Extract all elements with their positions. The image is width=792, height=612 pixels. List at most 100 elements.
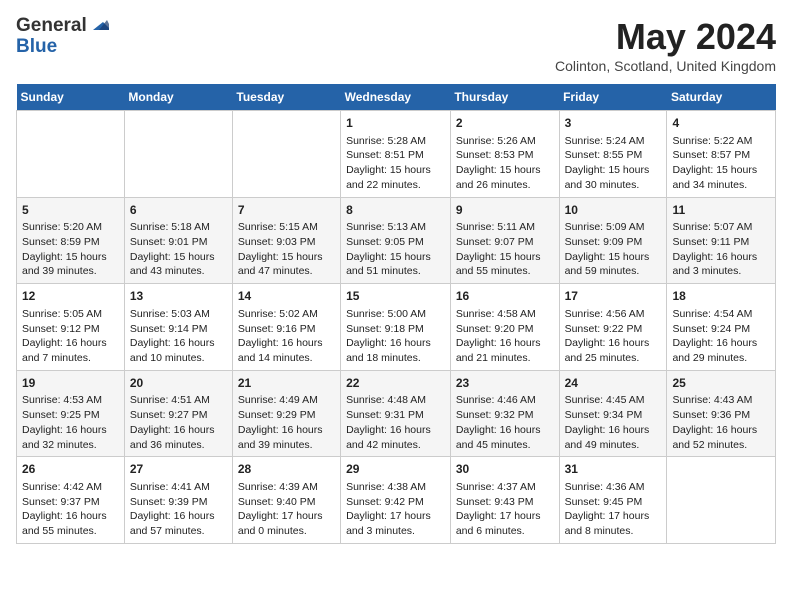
day-number: 26: [22, 461, 119, 478]
day-info: Sunrise: 4:42 AM Sunset: 9:37 PM Dayligh…: [22, 480, 119, 539]
location: Colinton, Scotland, United Kingdom: [555, 58, 776, 74]
day-number: 13: [130, 288, 227, 305]
calendar-header-row: SundayMondayTuesdayWednesdayThursdayFrid…: [17, 84, 776, 111]
calendar-week-row: 5Sunrise: 5:20 AM Sunset: 8:59 PM Daylig…: [17, 197, 776, 284]
day-info: Sunrise: 5:24 AM Sunset: 8:55 PM Dayligh…: [565, 134, 662, 193]
day-number: 19: [22, 375, 119, 392]
day-info: Sunrise: 4:56 AM Sunset: 9:22 PM Dayligh…: [565, 307, 662, 366]
day-of-week-header: Sunday: [17, 84, 125, 111]
day-of-week-header: Saturday: [667, 84, 776, 111]
day-number: 10: [565, 202, 662, 219]
day-info: Sunrise: 5:13 AM Sunset: 9:05 PM Dayligh…: [346, 220, 445, 279]
calendar-day-cell: 14Sunrise: 5:02 AM Sunset: 9:16 PM Dayli…: [232, 284, 340, 371]
calendar-day-cell: 25Sunrise: 4:43 AM Sunset: 9:36 PM Dayli…: [667, 370, 776, 457]
day-info: Sunrise: 4:58 AM Sunset: 9:20 PM Dayligh…: [456, 307, 554, 366]
day-info: Sunrise: 4:36 AM Sunset: 9:45 PM Dayligh…: [565, 480, 662, 539]
calendar-day-cell: 5Sunrise: 5:20 AM Sunset: 8:59 PM Daylig…: [17, 197, 125, 284]
day-info: Sunrise: 4:45 AM Sunset: 9:34 PM Dayligh…: [565, 393, 662, 452]
day-info: Sunrise: 5:28 AM Sunset: 8:51 PM Dayligh…: [346, 134, 445, 193]
calendar-day-cell: 1Sunrise: 5:28 AM Sunset: 8:51 PM Daylig…: [341, 111, 451, 198]
day-info: Sunrise: 4:51 AM Sunset: 9:27 PM Dayligh…: [130, 393, 227, 452]
calendar-week-row: 12 Sunrise: 5:05 AM Sunset: 9:12 PM Dayli…: [17, 284, 776, 371]
calendar-week-row: 19Sunrise: 4:53 AM Sunset: 9:25 PM Dayli…: [17, 370, 776, 457]
calendar-day-cell: 19Sunrise: 4:53 AM Sunset: 9:25 PM Dayli…: [17, 370, 125, 457]
day-number: 27: [130, 461, 227, 478]
calendar-week-row: 1Sunrise: 5:28 AM Sunset: 8:51 PM Daylig…: [17, 111, 776, 198]
month-title: May 2024: [555, 16, 776, 58]
day-number: 16: [456, 288, 554, 305]
calendar-day-cell: 7Sunrise: 5:15 AM Sunset: 9:03 PM Daylig…: [232, 197, 340, 284]
calendar-day-cell: 12 Sunrise: 5:05 AM Sunset: 9:12 PM Dayli…: [17, 284, 125, 371]
day-number: 30: [456, 461, 554, 478]
day-number: 17: [565, 288, 662, 305]
calendar-day-cell: 3 Sunrise: 5:24 AM Sunset: 8:55 PM Daylig…: [559, 111, 667, 198]
day-info: Sunrise: 5:18 AM Sunset: 9:01 PM Dayligh…: [130, 220, 227, 279]
calendar-day-cell: 2 Sunrise: 5:26 AM Sunset: 8:53 PM Daylig…: [450, 111, 559, 198]
day-info: Sunrise: 4:49 AM Sunset: 9:29 PM Dayligh…: [238, 393, 335, 452]
day-number: 22: [346, 375, 445, 392]
day-info: Sunrise: 5:09 AM Sunset: 9:09 PM Dayligh…: [565, 220, 662, 279]
day-number: 9: [456, 202, 554, 219]
day-info: Sunrise: 4:48 AM Sunset: 9:31 PM Dayligh…: [346, 393, 445, 452]
day-number: 5: [22, 202, 119, 219]
day-number: 29: [346, 461, 445, 478]
day-number: 11: [672, 202, 770, 219]
day-info: Sunrise: 5:07 AM Sunset: 9:11 PM Dayligh…: [672, 220, 770, 279]
calendar-day-cell: 20Sunrise: 4:51 AM Sunset: 9:27 PM Dayli…: [124, 370, 232, 457]
day-info: Sunrise: 5:05 AM Sunset: 9:12 PM Dayligh…: [22, 307, 119, 366]
day-info: Sunrise: 5:11 AM Sunset: 9:07 PM Dayligh…: [456, 220, 554, 279]
calendar-day-cell: 22Sunrise: 4:48 AM Sunset: 9:31 PM Dayli…: [341, 370, 451, 457]
calendar-day-cell: 15 Sunrise: 5:00 AM Sunset: 9:18 PM Dayli…: [341, 284, 451, 371]
day-info: Sunrise: 4:41 AM Sunset: 9:39 PM Dayligh…: [130, 480, 227, 539]
day-number: 2: [456, 115, 554, 132]
calendar-day-cell: 8Sunrise: 5:13 AM Sunset: 9:05 PM Daylig…: [341, 197, 451, 284]
calendar-day-cell: 10Sunrise: 5:09 AM Sunset: 9:09 PM Dayli…: [559, 197, 667, 284]
day-info: Sunrise: 5:26 AM Sunset: 8:53 PM Dayligh…: [456, 134, 554, 193]
day-of-week-header: Thursday: [450, 84, 559, 111]
calendar-day-cell: 13Sunrise: 5:03 AM Sunset: 9:14 PM Dayli…: [124, 284, 232, 371]
day-number: 7: [238, 202, 335, 219]
day-number: 25: [672, 375, 770, 392]
day-info: Sunrise: 5:22 AM Sunset: 8:57 PM Dayligh…: [672, 134, 770, 193]
calendar-day-cell: 17 Sunrise: 4:56 AM Sunset: 9:22 PM Dayli…: [559, 284, 667, 371]
day-of-week-header: Wednesday: [341, 84, 451, 111]
calendar-week-row: 26 Sunrise: 4:42 AM Sunset: 9:37 PM Dayli…: [17, 457, 776, 544]
day-number: 3: [565, 115, 662, 132]
day-number: 24: [565, 375, 662, 392]
day-number: 12: [22, 288, 119, 305]
day-number: 4: [672, 115, 770, 132]
calendar-day-cell: 27 Sunrise: 4:41 AM Sunset: 9:39 PM Dayli…: [124, 457, 232, 544]
calendar-day-cell: 28Sunrise: 4:39 AM Sunset: 9:40 PM Dayli…: [232, 457, 340, 544]
calendar-day-cell: [17, 111, 125, 198]
day-number: 15: [346, 288, 445, 305]
calendar-day-cell: 29 Sunrise: 4:38 AM Sunset: 9:42 PM Dayli…: [341, 457, 451, 544]
calendar-day-cell: 21Sunrise: 4:49 AM Sunset: 9:29 PM Dayli…: [232, 370, 340, 457]
calendar-day-cell: 4 Sunrise: 5:22 AM Sunset: 8:57 PM Daylig…: [667, 111, 776, 198]
day-number: 8: [346, 202, 445, 219]
day-info: Sunrise: 5:20 AM Sunset: 8:59 PM Dayligh…: [22, 220, 119, 279]
calendar-day-cell: 6Sunrise: 5:18 AM Sunset: 9:01 PM Daylig…: [124, 197, 232, 284]
day-number: 20: [130, 375, 227, 392]
day-number: 23: [456, 375, 554, 392]
calendar-day-cell: 26 Sunrise: 4:42 AM Sunset: 9:37 PM Dayli…: [17, 457, 125, 544]
day-number: 28: [238, 461, 335, 478]
calendar-day-cell: 30Sunrise: 4:37 AM Sunset: 9:43 PM Dayli…: [450, 457, 559, 544]
calendar-day-cell: 18Sunrise: 4:54 AM Sunset: 9:24 PM Dayli…: [667, 284, 776, 371]
day-number: 14: [238, 288, 335, 305]
day-of-week-header: Friday: [559, 84, 667, 111]
logo-icon: [89, 14, 109, 34]
title-block: May 2024 Colinton, Scotland, United King…: [555, 16, 776, 74]
calendar-day-cell: [667, 457, 776, 544]
day-info: Sunrise: 5:15 AM Sunset: 9:03 PM Dayligh…: [238, 220, 335, 279]
day-of-week-header: Monday: [124, 84, 232, 111]
day-info: Sunrise: 4:46 AM Sunset: 9:32 PM Dayligh…: [456, 393, 554, 452]
calendar-day-cell: 9Sunrise: 5:11 AM Sunset: 9:07 PM Daylig…: [450, 197, 559, 284]
calendar-day-cell: 31 Sunrise: 4:36 AM Sunset: 9:45 PM Dayli…: [559, 457, 667, 544]
calendar-day-cell: 24Sunrise: 4:45 AM Sunset: 9:34 PM Dayli…: [559, 370, 667, 457]
day-number: 31: [565, 461, 662, 478]
day-number: 21: [238, 375, 335, 392]
day-number: 6: [130, 202, 227, 219]
day-info: Sunrise: 4:38 AM Sunset: 9:42 PM Dayligh…: [346, 480, 445, 539]
day-info: Sunrise: 5:00 AM Sunset: 9:18 PM Dayligh…: [346, 307, 445, 366]
day-info: Sunrise: 4:43 AM Sunset: 9:36 PM Dayligh…: [672, 393, 770, 452]
